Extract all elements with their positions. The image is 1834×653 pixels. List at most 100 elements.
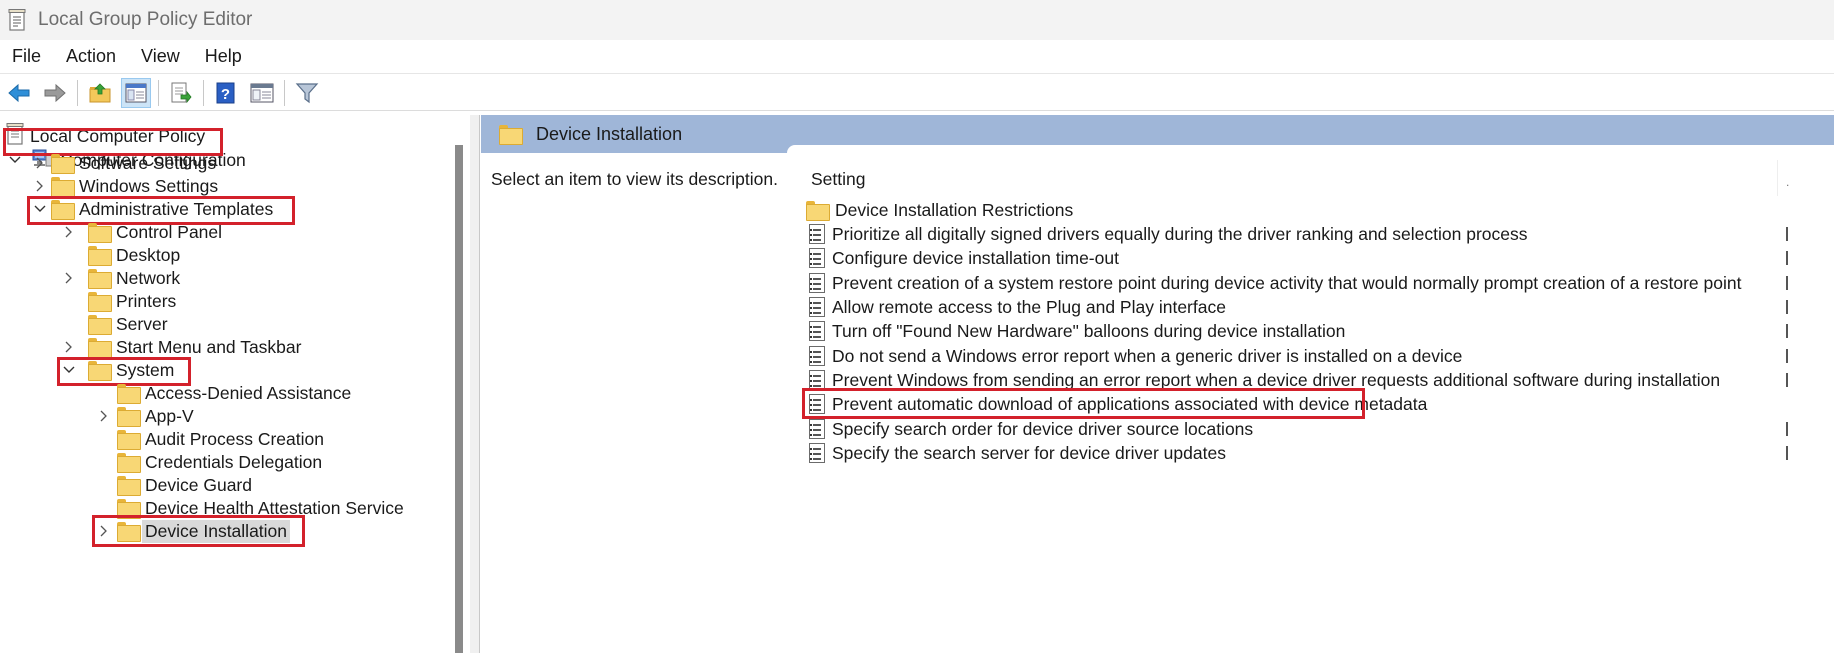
tree-item-label: Access-Denied Assistance	[145, 382, 352, 403]
settings-row[interactable]: Specify the search server for device dri…	[806, 440, 1226, 466]
state-marker	[1786, 349, 1788, 363]
setting-label: Device Installation Restrictions	[835, 199, 1074, 220]
settings-row[interactable]: Turn off "Found New Hardware" balloons d…	[806, 318, 1345, 344]
setting-label: Prioritize all digitally signed drivers …	[832, 223, 1528, 244]
state-marker	[1786, 373, 1788, 387]
tree-item-label: Network	[116, 267, 181, 288]
details-header-title: Device Installation	[536, 124, 683, 144]
highlight-box	[92, 515, 305, 547]
column-divider[interactable]	[1777, 160, 1778, 196]
extended-view-icon[interactable]	[247, 78, 277, 108]
folder-icon	[117, 384, 141, 404]
state-marker	[1786, 422, 1788, 436]
chevron-right-icon[interactable]	[62, 225, 76, 239]
folder-icon	[806, 201, 830, 221]
setting-label: Specify search order for device driver s…	[832, 418, 1254, 439]
settings-row[interactable]: Configure device installation time-out	[806, 245, 1119, 271]
chevron-right-icon[interactable]	[62, 340, 76, 354]
setting-label: Do not send a Windows error report when …	[832, 345, 1463, 366]
policy-setting-icon	[809, 224, 825, 244]
state-marker	[1786, 227, 1788, 241]
header-tab-curve	[787, 145, 1834, 153]
state-marker	[1786, 276, 1788, 290]
menu-file[interactable]: File	[6, 46, 50, 67]
details-pane: Device Installation Select an item to vi…	[481, 115, 1834, 653]
chevron-right-icon[interactable]	[62, 271, 76, 285]
state-marker	[1786, 300, 1788, 314]
folder-icon	[88, 338, 112, 358]
up-folder-icon[interactable]	[85, 78, 115, 108]
filter-icon[interactable]	[292, 78, 322, 108]
export-list-icon[interactable]	[166, 78, 196, 108]
setting-label: Turn off "Found New Hardware" balloons d…	[832, 320, 1346, 341]
toolbar: ?	[0, 75, 1834, 111]
tree-item-label: Device Guard	[145, 474, 252, 495]
tree-item-label: Credentials Delegation	[145, 451, 323, 472]
toolbar-separator	[203, 79, 204, 106]
policy-setting-icon	[809, 273, 825, 293]
menu-view[interactable]: View	[135, 46, 189, 67]
folder-icon	[88, 292, 112, 312]
menu-help[interactable]: Help	[199, 46, 251, 67]
policy-setting-icon	[809, 297, 825, 317]
pane-splitter[interactable]	[470, 115, 480, 653]
settings-row[interactable]: Prevent creation of a system restore poi…	[806, 270, 1741, 296]
toolbar-separator	[158, 79, 159, 106]
show-hide-tree-icon[interactable]	[121, 77, 151, 108]
menu-bar: File Action View Help	[0, 40, 1834, 74]
navigation-tree[interactable]: Local Computer Policy Computer Configura…	[0, 115, 470, 653]
policy-setting-icon	[809, 346, 825, 366]
tree-item-label: Printers	[116, 290, 177, 311]
tree-item-label: Windows Settings	[79, 175, 219, 196]
column-header-setting[interactable]: Setting	[811, 169, 865, 190]
tree-scrollbar-thumb[interactable]	[455, 145, 463, 653]
back-arrow-icon[interactable]	[4, 78, 34, 108]
setting-label: Prevent creation of a system restore poi…	[832, 272, 1742, 293]
menu-action[interactable]: Action	[60, 46, 125, 67]
svg-text:?: ?	[221, 86, 230, 103]
state-marker	[1786, 324, 1788, 338]
settings-row-folder[interactable]: Device Installation Restrictions	[806, 197, 1073, 223]
chevron-right-icon[interactable]	[33, 179, 47, 193]
toolbar-separator	[77, 79, 78, 106]
setting-label: Configure device installation time-out	[832, 247, 1119, 268]
help-icon[interactable]: ?	[211, 78, 241, 108]
tree-item-label: Server	[116, 313, 168, 334]
highlight-box	[802, 388, 1365, 419]
setting-label: Specify the search server for device dri…	[832, 442, 1226, 463]
chevron-right-icon[interactable]	[33, 156, 47, 170]
setting-label: Allow remote access to the Plug and Play…	[832, 296, 1226, 317]
chevron-right-icon[interactable]	[97, 409, 111, 423]
state-marker	[1786, 251, 1788, 265]
settings-row[interactable]: Do not send a Windows error report when …	[806, 343, 1462, 369]
column-header-state[interactable]: .	[1786, 175, 1789, 189]
folder-icon	[51, 154, 75, 174]
settings-row[interactable]: Allow remote access to the Plug and Play…	[806, 294, 1226, 320]
folder-icon	[88, 315, 112, 335]
folder-icon	[117, 476, 141, 496]
settings-row[interactable]: Prioritize all digitally signed drivers …	[806, 221, 1528, 247]
forward-arrow-icon[interactable]	[40, 78, 70, 108]
group-policy-app-icon	[8, 9, 26, 31]
folder-icon	[117, 430, 141, 450]
tree-item-label: Control Panel	[116, 221, 223, 242]
folder-icon	[88, 269, 112, 289]
policy-setting-icon	[809, 248, 825, 268]
state-marker	[1786, 446, 1788, 460]
tree-item-label: Software Settings	[79, 152, 217, 173]
tree-item-label: App-V	[145, 405, 194, 426]
folder-icon	[88, 246, 112, 266]
settings-row[interactable]: Specify search order for device driver s…	[806, 416, 1253, 442]
details-header: Device Installation	[481, 115, 1834, 153]
policy-setting-icon	[809, 321, 825, 341]
window-title: Local Group Policy Editor	[38, 9, 253, 30]
policy-setting-icon	[809, 443, 825, 463]
folder-icon	[51, 177, 75, 197]
folder-icon	[117, 453, 141, 473]
toolbar-separator	[284, 79, 285, 106]
folder-icon	[499, 125, 523, 145]
tree-item-label: Desktop	[116, 244, 181, 265]
title-bar: Local Group Policy Editor	[0, 0, 1834, 40]
description-text: Select an item to view its description.	[491, 169, 778, 189]
policy-setting-icon	[809, 370, 825, 390]
